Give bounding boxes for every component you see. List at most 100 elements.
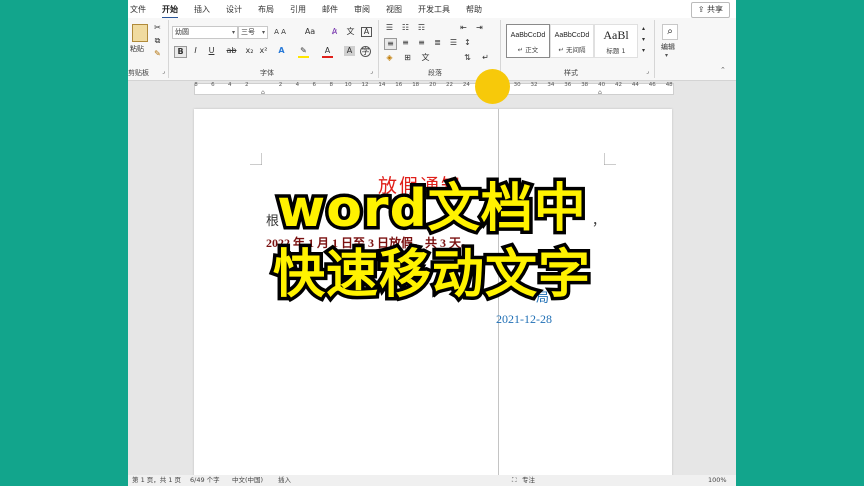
document-page[interactable]: 放假通知 根 ， 2022 年 1 月 1 日至 3 日放假，共 3 天。 局 … bbox=[194, 109, 672, 486]
align-left-button[interactable]: ≡ bbox=[384, 38, 397, 50]
char-shading-icon[interactable]: A bbox=[344, 46, 355, 56]
ruler-tick-label: 14 bbox=[378, 82, 386, 88]
indent-marker-icon[interactable]: ⌂ bbox=[261, 89, 265, 96]
strikethrough-icon[interactable]: ab bbox=[226, 46, 237, 56]
ribbon-tabs: 文件 开始 插入 设计 布局 引用 邮件 审阅 视图 开发工具 帮助 ⇪ 共享 bbox=[128, 0, 736, 19]
ruler-tick-label: 12 bbox=[361, 82, 369, 88]
document-title[interactable]: 放假通知 bbox=[378, 171, 462, 198]
cut-icon[interactable]: ✂ bbox=[152, 23, 163, 33]
distributed-icon[interactable]: ☰ bbox=[448, 38, 459, 48]
ruler-tick-label: 6 bbox=[211, 82, 215, 88]
text-effects-icon[interactable]: A bbox=[276, 46, 287, 56]
change-case-icon[interactable]: Aa bbox=[303, 27, 317, 37]
subscript-icon[interactable]: x₂ bbox=[244, 46, 255, 56]
bold-button[interactable]: B bbox=[174, 46, 187, 58]
paste-button-label[interactable]: 粘贴 bbox=[130, 44, 144, 54]
ruler-tick-label: 46 bbox=[648, 82, 656, 88]
phonetic-guide-icon[interactable]: 文 bbox=[345, 27, 356, 37]
tab-design[interactable]: 设计 bbox=[226, 4, 242, 15]
ruler-tick-label: 8 bbox=[194, 82, 198, 88]
styles-more-icon[interactable]: ▾ bbox=[638, 46, 649, 56]
highlight-icon[interactable]: ✎ bbox=[298, 46, 309, 58]
ruler-tick-label: 48 bbox=[665, 82, 673, 88]
styles-scroll-up-icon[interactable]: ▴ bbox=[638, 24, 649, 34]
styles-scroll-down-icon[interactable]: ▾ bbox=[638, 35, 649, 45]
tab-view[interactable]: 视图 bbox=[386, 4, 402, 15]
numbering-icon[interactable]: ☷ bbox=[400, 23, 411, 33]
borders-icon[interactable]: ⊞ bbox=[402, 53, 413, 63]
chevron-down-icon: ▾ bbox=[261, 29, 265, 36]
document-signature-partial[interactable]: 局 bbox=[536, 287, 549, 306]
style-heading-1[interactable]: AaBl 标题 1 bbox=[594, 24, 638, 58]
char-border-icon[interactable]: A bbox=[361, 27, 372, 37]
tab-layout[interactable]: 布局 bbox=[258, 4, 274, 15]
tab-review[interactable]: 审阅 bbox=[354, 4, 370, 15]
line-spacing-icon[interactable]: ↕ bbox=[462, 38, 473, 48]
style-name: 标题 1 bbox=[606, 47, 626, 55]
tab-references[interactable]: 引用 bbox=[290, 4, 306, 15]
font-size-combo[interactable]: 三号 ▾ bbox=[238, 26, 268, 39]
justify-icon[interactable]: ≣ bbox=[432, 38, 443, 48]
show-marks-icon[interactable]: ↵ bbox=[480, 53, 491, 63]
align-right-icon[interactable]: ≡ bbox=[416, 38, 427, 48]
decrease-indent-icon[interactable]: ⇤ bbox=[458, 23, 469, 33]
format-painter-icon[interactable]: ✎ bbox=[152, 49, 163, 59]
ruler-tick-label: 44 bbox=[631, 82, 639, 88]
font-launcher-icon[interactable]: ⌟ bbox=[366, 67, 377, 77]
right-indent-marker-icon[interactable]: ⌂ bbox=[598, 89, 602, 96]
document-line-end[interactable]: ， bbox=[592, 210, 605, 229]
ruler-tick-label: 38 bbox=[581, 82, 589, 88]
underline-button[interactable]: U bbox=[206, 46, 217, 56]
focus-icon[interactable]: ⛶ bbox=[512, 475, 517, 486]
find-icon[interactable]: ⌕ bbox=[662, 24, 678, 40]
ruler-tick-label: 24 bbox=[462, 82, 470, 88]
page-count[interactable]: 第 1 页，共 1 页 bbox=[132, 475, 181, 486]
style-name: ↵ 正文 bbox=[517, 46, 539, 54]
font-size-value: 三号 bbox=[241, 28, 255, 36]
style-normal[interactable]: AaBbCcDd ↵ 正文 bbox=[506, 24, 550, 58]
grow-shrink-font-icon[interactable]: A A bbox=[269, 27, 291, 37]
ruler-tick-label: 4 bbox=[295, 82, 300, 88]
tab-file[interactable]: 文件 bbox=[130, 4, 146, 15]
multilevel-list-icon[interactable]: ☶ bbox=[416, 23, 427, 33]
language-indicator[interactable]: 中文(中国) bbox=[232, 475, 263, 486]
tab-mailings[interactable]: 邮件 bbox=[322, 4, 338, 15]
zoom-level[interactable]: 100% bbox=[708, 475, 727, 486]
enclose-char-icon[interactable]: 字 bbox=[360, 46, 371, 57]
word-count[interactable]: 6/49 个字 bbox=[190, 475, 220, 486]
tab-insert[interactable]: 插入 bbox=[194, 4, 210, 15]
insert-mode[interactable]: 插入 bbox=[278, 475, 291, 486]
italic-button[interactable]: I bbox=[190, 46, 201, 56]
style-no-spacing[interactable]: AaBbCcDd ↵ 无间隔 bbox=[550, 24, 594, 58]
align-center-icon[interactable]: ≡ bbox=[400, 38, 411, 48]
separator bbox=[168, 20, 169, 78]
collapse-ribbon-icon[interactable]: ⌃ bbox=[720, 66, 726, 74]
paste-icon[interactable] bbox=[132, 24, 148, 42]
document-holiday-line[interactable]: 2022 年 1 月 1 日至 3 日放假，共 3 天。 bbox=[266, 234, 473, 251]
tab-developer[interactable]: 开发工具 bbox=[418, 4, 450, 15]
style-preview: AaBbCcDd bbox=[554, 32, 590, 39]
shading-icon[interactable]: ◈ bbox=[384, 53, 395, 63]
bullets-icon[interactable]: ☰ bbox=[384, 23, 395, 33]
focus-label[interactable]: 专注 bbox=[522, 475, 535, 486]
paragraph-launcher-icon[interactable]: ⌟ bbox=[486, 67, 497, 77]
copy-icon[interactable]: ⧉ bbox=[152, 36, 163, 46]
chinese-layout-icon[interactable]: 文 bbox=[420, 53, 431, 63]
tab-home[interactable]: 开始 bbox=[162, 4, 178, 19]
document-line-start[interactable]: 根 bbox=[266, 210, 279, 229]
document-date[interactable]: 2021-12-28 bbox=[496, 312, 552, 327]
superscript-icon[interactable]: x² bbox=[258, 46, 269, 56]
font-color-icon[interactable]: A bbox=[322, 46, 333, 58]
ribbon: 粘贴 ✂ ⧉ ✎ 剪贴板 ⌟ 幼圆 ▾ 三号 ▾ A A Aa A̷ 文 A B… bbox=[128, 18, 736, 81]
editing-chevron-icon: ▾ bbox=[665, 52, 669, 59]
increase-indent-icon[interactable]: ⇥ bbox=[474, 23, 485, 33]
tab-help[interactable]: 帮助 bbox=[466, 4, 482, 15]
clear-format-icon[interactable]: A̷ bbox=[329, 27, 340, 37]
styles-launcher-icon[interactable]: ⌟ bbox=[642, 67, 653, 77]
sort-icon[interactable]: ⇅ bbox=[462, 53, 473, 63]
ruler-tick-label: 20 bbox=[429, 82, 437, 88]
share-button[interactable]: ⇪ 共享 bbox=[690, 2, 730, 18]
editing-label[interactable]: 编辑 bbox=[661, 42, 675, 52]
horizontal-ruler[interactable]: 8 6 4 2 2 4 6 8 10 12 14 16 18 20 22 24 30 32 34 36 38 40 42 44… bbox=[128, 81, 736, 96]
font-name-combo[interactable]: 幼圆 ▾ bbox=[172, 26, 238, 39]
